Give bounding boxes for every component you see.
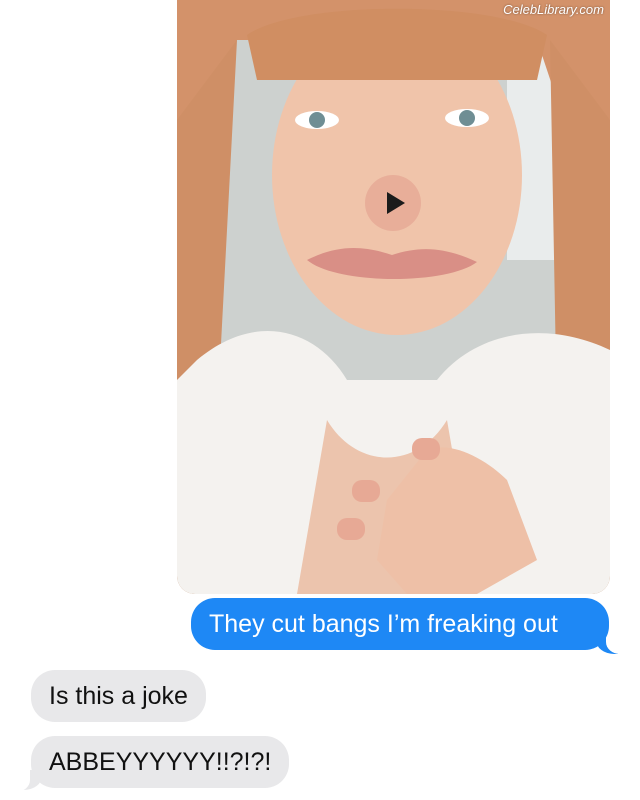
play-button[interactable]	[365, 175, 421, 231]
received-message-bubble[interactable]: ABBEYYYYYY!!?!?!	[31, 736, 290, 788]
video-message-thumbnail[interactable]: CelebLibrary.com	[177, 0, 610, 594]
video-frame-illustration	[177, 0, 610, 594]
sent-bubble-tail-mask	[606, 628, 626, 654]
watermark: CelebLibrary.com	[503, 2, 604, 17]
received-message-bubble[interactable]: Is this a joke	[31, 670, 206, 722]
play-icon	[387, 192, 405, 214]
sent-message-bubble[interactable]: They cut bangs I’m freaking out	[191, 598, 609, 650]
